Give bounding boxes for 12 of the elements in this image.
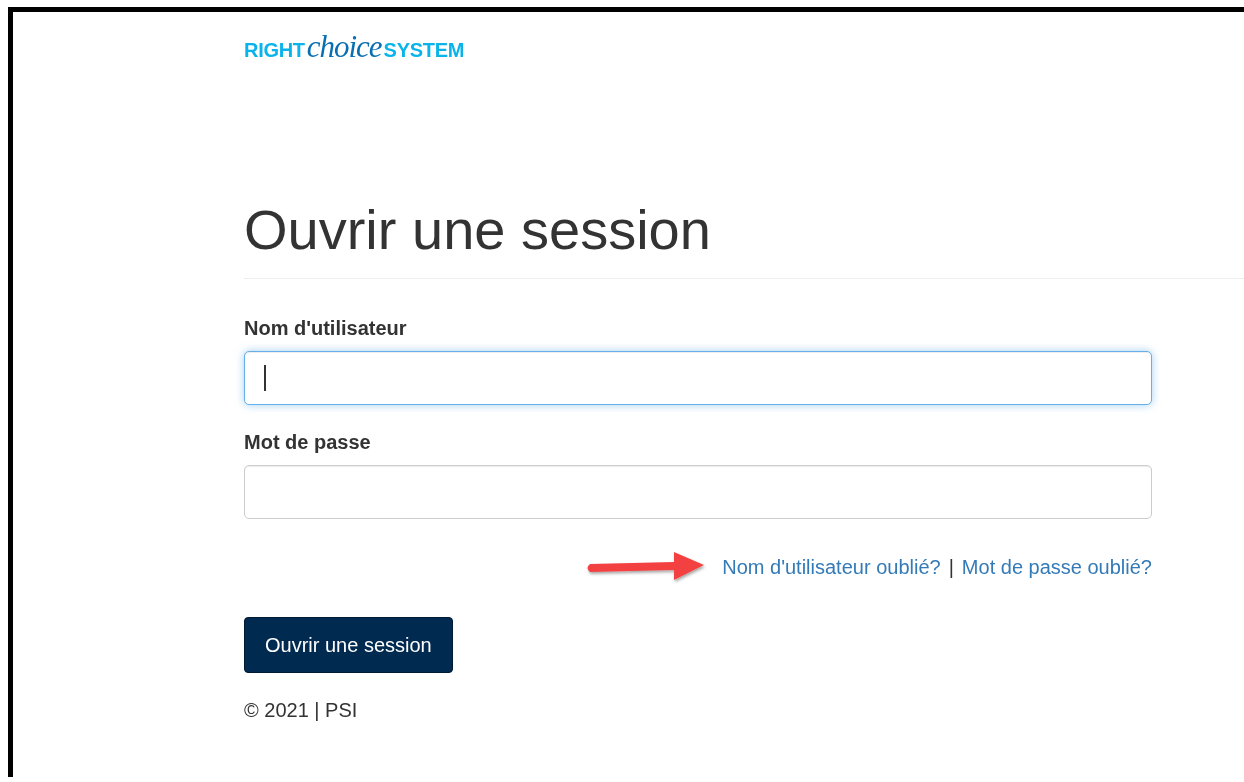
forgot-username-link[interactable]: Nom d'utilisateur oublié?: [722, 555, 941, 579]
input-field[interactable]: [244, 351, 1152, 405]
field-label: Nom d'utilisateur: [244, 317, 408, 340]
logo: RIGHTchoiceSYSTEM: [244, 29, 466, 59]
forgot-password-link[interactable]: Mot de passe oublié?: [961, 555, 1152, 579]
input-field[interactable]: [244, 465, 1152, 519]
copyright-text: © 2021 | PSI: [244, 699, 359, 722]
page-title: Ouvrir une session: [244, 197, 712, 263]
field-label: Mot de passe: [244, 431, 372, 454]
login-button[interactable]: Ouvrir une session: [244, 617, 453, 673]
link-separator: |: [948, 555, 954, 579]
text-cursor: [264, 365, 266, 391]
